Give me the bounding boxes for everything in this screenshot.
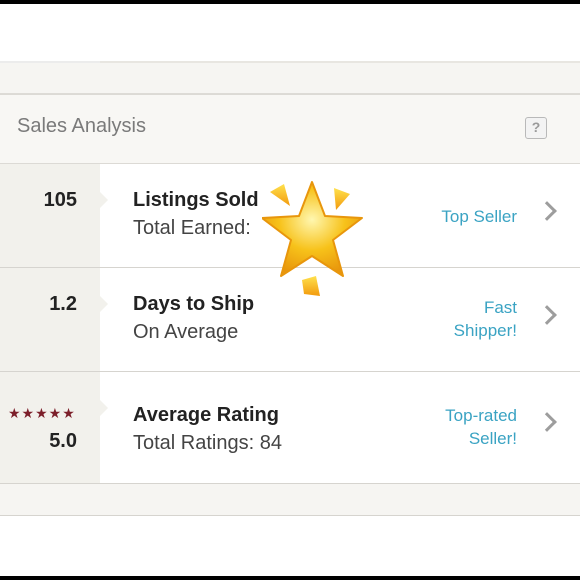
badge-line: Top-rated [445, 406, 517, 425]
stat-value-cell: 105 [0, 164, 108, 267]
stat-subtitle: Total Ratings: 84 [133, 432, 282, 454]
listings-count: 105 [43, 189, 77, 211]
rating-value: 5.0 [49, 430, 77, 452]
chevron-right-icon[interactable] [537, 201, 557, 221]
rating-badge[interactable]: Top-rated Seller! [445, 404, 517, 450]
panel-header: Sales Analysis ? [0, 94, 580, 164]
stat-subtitle: On Average [133, 321, 239, 343]
ray-shape [334, 188, 350, 210]
ray-shape [302, 276, 320, 296]
tab-indicator [0, 61, 100, 63]
stat-title: Average Rating [133, 404, 279, 426]
chevron-right-icon[interactable] [537, 305, 557, 325]
chevron-right-icon[interactable] [537, 412, 557, 432]
stat-row-rating[interactable]: ★★★★★ 5.0 Average Rating Total Ratings: … [0, 372, 580, 484]
rating-stars: ★★★★★ [8, 405, 76, 421]
ray-shape [270, 184, 290, 206]
stat-value-cell: ★★★★★ 5.0 [0, 372, 108, 483]
stat-title: Days to Ship [133, 293, 255, 315]
question-mark-icon[interactable]: ? [525, 117, 547, 139]
tab-strip [0, 61, 580, 94]
panel-title: Sales Analysis [17, 115, 146, 137]
footer-strip [0, 484, 580, 516]
stat-subtitle: Total Earned: [133, 217, 251, 239]
top-area [0, 4, 580, 60]
stat-value-cell: 1.2 [0, 268, 108, 371]
badge-line: Fast [483, 298, 517, 317]
shipper-badge[interactable]: Fast Shipper! [454, 296, 517, 342]
badge-line: Seller! [468, 429, 517, 448]
seller-badge[interactable]: Top Seller [441, 205, 517, 228]
stat-title: Listings Sold [133, 189, 259, 211]
glowing-star-emoji [262, 181, 363, 296]
days-to-ship-value: 1.2 [49, 293, 77, 315]
badge-line: Shipper! [453, 321, 517, 340]
